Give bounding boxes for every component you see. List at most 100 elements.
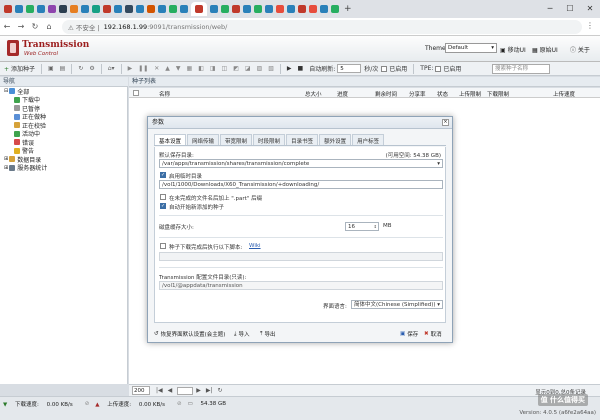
stepper-icon[interactable]: ⇕ bbox=[374, 223, 377, 230]
tool-icon[interactable]: ◩ bbox=[233, 65, 239, 72]
tool-icon[interactable]: ◨ bbox=[210, 65, 216, 72]
tool-icon[interactable]: ◧ bbox=[198, 65, 204, 72]
column-name[interactable]: 名称 bbox=[159, 90, 170, 98]
sidebar-item-downloading[interactable]: 下载中 bbox=[0, 96, 127, 104]
column-size[interactable]: 总大小 bbox=[305, 90, 322, 98]
search-input[interactable]: 搜索种子名称 bbox=[492, 64, 550, 74]
column-up-limit[interactable]: 上传限制 bbox=[459, 90, 481, 98]
sidebar-item-active[interactable]: 活动中 bbox=[0, 130, 127, 138]
maximize-icon[interactable]: ☐ bbox=[560, 0, 580, 18]
tab-bandwidth[interactable]: 带宽限制 bbox=[220, 134, 253, 145]
tpe-checkbox[interactable] bbox=[435, 65, 442, 72]
stop-all-icon[interactable]: ■ bbox=[298, 65, 304, 72]
script-checkbox[interactable] bbox=[160, 243, 166, 249]
tab-favicon[interactable] bbox=[103, 5, 111, 13]
play-all-icon[interactable]: ▶ bbox=[287, 65, 292, 72]
export-button[interactable]: ⤒ 导出 bbox=[260, 330, 275, 339]
refresh-icon[interactable]: ↻ bbox=[78, 65, 83, 72]
tab-favicon[interactable] bbox=[180, 5, 188, 13]
next-page-icon[interactable]: ▶ bbox=[196, 387, 201, 394]
refresh-page-icon[interactable]: ↻ bbox=[218, 387, 223, 394]
column-ratio[interactable]: 分享率 bbox=[409, 90, 426, 98]
minimize-icon[interactable]: ─ bbox=[540, 0, 560, 18]
first-page-icon[interactable]: |◀ bbox=[156, 387, 163, 394]
sidebar-item-stats[interactable]: ⊞ 服务器统计 bbox=[0, 164, 127, 172]
original-ui-link[interactable]: ▦ 原始UI bbox=[532, 45, 558, 54]
close-window-icon[interactable]: ✕ bbox=[580, 0, 600, 18]
cache-size-input[interactable]: 16 ⇕ bbox=[345, 222, 379, 231]
incomplete-dir-field[interactable]: /vol1/1000/Downloads/X60_Transimission/+… bbox=[159, 180, 443, 189]
tab-basic[interactable]: 基本设置 bbox=[154, 134, 187, 145]
toolbar-action-icon[interactable]: ▣ bbox=[48, 65, 54, 72]
tool-icon[interactable]: ◪ bbox=[245, 65, 251, 72]
page-number-input[interactable] bbox=[177, 386, 194, 395]
tool-icon[interactable]: ◫ bbox=[222, 65, 228, 72]
restore-defaults-button[interactable]: ↺ 恢复界面默认设置(会主题) bbox=[154, 330, 225, 338]
move-down-icon[interactable]: ▼ bbox=[176, 65, 181, 72]
tab-favicon[interactable] bbox=[15, 5, 23, 13]
tab-favicon[interactable] bbox=[70, 5, 78, 13]
tab-favicon[interactable] bbox=[59, 5, 67, 13]
enabled-checkbox[interactable] bbox=[381, 65, 388, 72]
tab-favicon[interactable] bbox=[26, 5, 34, 13]
insecure-warning[interactable]: ⚠ 不安全 | bbox=[68, 22, 100, 32]
tab-favicon[interactable] bbox=[48, 5, 56, 13]
tab-schedule[interactable]: 时段限制 bbox=[253, 134, 286, 145]
home-icon[interactable]: ⌂ bbox=[42, 22, 56, 31]
reload-icon[interactable]: ↻ bbox=[28, 22, 42, 31]
tab-labels[interactable]: 用户标签 bbox=[352, 134, 385, 145]
browser-menu-icon[interactable]: ⋮ bbox=[586, 21, 594, 30]
back-icon[interactable]: ← bbox=[0, 22, 14, 31]
toolbar-action-icon[interactable]: ▤ bbox=[60, 65, 66, 72]
add-torrent-button[interactable]: + 添加种子 bbox=[4, 64, 35, 73]
tab-favicon[interactable] bbox=[221, 5, 229, 13]
per-page-select[interactable]: 200 bbox=[132, 386, 150, 395]
save-dir-field[interactable]: /var/apps/transmission/shares/transmissi… bbox=[159, 159, 443, 168]
about-link[interactable]: ⓘ 关于 bbox=[570, 45, 590, 54]
start-icon[interactable]: ▶ bbox=[128, 65, 133, 72]
tab-favicon[interactable] bbox=[254, 5, 262, 13]
tab-extra[interactable]: 额外设置 bbox=[319, 134, 352, 145]
part-suffix-checkbox[interactable] bbox=[160, 194, 166, 200]
new-tab-icon[interactable]: + bbox=[344, 4, 352, 14]
column-status[interactable]: 状态 bbox=[437, 90, 448, 98]
language-select[interactable]: 简体中文(Chinese (Simplified)) ▾ bbox=[351, 300, 443, 309]
tab-favicon[interactable] bbox=[276, 5, 284, 13]
home-menu-icon[interactable]: ⌂▾ bbox=[108, 65, 115, 72]
tab-network[interactable]: 网络传输 bbox=[187, 134, 220, 145]
tab-favicon[interactable] bbox=[125, 5, 133, 13]
theme-select[interactable]: Default ▾ bbox=[445, 43, 497, 53]
prev-page-icon[interactable]: ◀ bbox=[168, 387, 173, 394]
sidebar-item-checking[interactable]: 正在校验 bbox=[0, 121, 127, 130]
limit-icon[interactable]: ⊘ bbox=[85, 401, 90, 407]
tab-favicon[interactable] bbox=[114, 5, 122, 13]
tab-favicon[interactable] bbox=[309, 5, 317, 13]
select-all-checkbox[interactable] bbox=[133, 90, 139, 96]
tab-favicon[interactable] bbox=[4, 5, 12, 13]
tab-favicon[interactable] bbox=[136, 5, 144, 13]
sidebar-item-seeding[interactable]: 正在做种 bbox=[0, 113, 127, 121]
column-down-limit[interactable]: 下载限制 bbox=[487, 90, 509, 98]
sidebar-item-all[interactable]: ⊟ 全部 bbox=[0, 87, 127, 96]
column-progress[interactable]: 进度 bbox=[337, 90, 348, 98]
tab-favicon[interactable] bbox=[243, 5, 251, 13]
tool-icon[interactable]: ▨ bbox=[257, 65, 263, 72]
move-up-icon[interactable]: ▲ bbox=[165, 65, 170, 72]
column-remaining[interactable]: 剩余时间 bbox=[375, 90, 397, 98]
last-page-icon[interactable]: ▶| bbox=[206, 387, 213, 394]
sidebar-item-data-dirs[interactable]: ⊞ 数据目录 bbox=[0, 155, 127, 164]
tab-favicon[interactable] bbox=[92, 5, 100, 13]
close-icon[interactable]: × bbox=[442, 119, 449, 126]
tab-favicon[interactable] bbox=[169, 5, 177, 13]
url-field[interactable]: ⚠ 不安全 | 192.168.1.99:9091/transmission/w… bbox=[62, 19, 582, 34]
mobile-ui-link[interactable]: ▣ 移动UI bbox=[500, 45, 526, 54]
save-button[interactable]: ▣ 保存 bbox=[400, 330, 418, 338]
tab-favicon[interactable] bbox=[147, 5, 155, 13]
tab-favicon[interactable] bbox=[232, 5, 240, 13]
script-path-field[interactable] bbox=[159, 252, 443, 261]
incomplete-dir-checkbox[interactable] bbox=[160, 172, 166, 178]
cancel-button[interactable]: ✖ 取消 bbox=[424, 330, 442, 338]
wiki-link[interactable]: Wiki bbox=[249, 243, 261, 249]
tab-favicon[interactable] bbox=[210, 5, 218, 13]
autostart-checkbox[interactable] bbox=[160, 203, 166, 209]
